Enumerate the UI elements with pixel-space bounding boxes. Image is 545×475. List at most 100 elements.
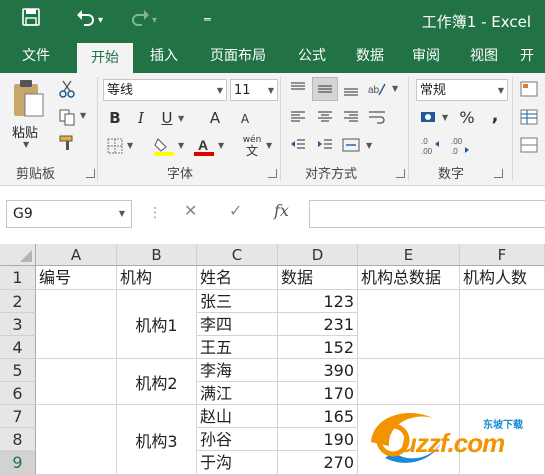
copy-icon[interactable] — [56, 107, 78, 127]
borders-dropdown-icon[interactable]: ▼ — [127, 141, 133, 150]
row-header-3[interactable]: 3 — [0, 313, 36, 336]
align-top-icon[interactable] — [287, 79, 309, 99]
underline-dropdown-icon[interactable]: ▼ — [178, 114, 184, 123]
orientation-dropdown-icon[interactable]: ▼ — [392, 84, 398, 93]
cell-c8[interactable]: 孙谷 — [197, 428, 278, 451]
cell-d3[interactable]: 231 — [278, 313, 358, 336]
enter-icon[interactable]: ✓ — [229, 201, 242, 220]
cell-a7-a9-merged[interactable] — [36, 405, 117, 475]
cell-b5-b6-merged[interactable]: 机构2 — [117, 359, 197, 405]
cell-d4[interactable]: 152 — [278, 336, 358, 359]
cell-b2-b4-merged[interactable]: 机构1 — [117, 290, 197, 359]
grow-font-button[interactable]: A — [204, 108, 226, 128]
cell-f2-f4-merged[interactable] — [460, 290, 545, 359]
cell-d9[interactable]: 270 — [278, 451, 358, 475]
phonetic-dropdown-icon[interactable]: ▼ — [266, 141, 272, 150]
cell-d5[interactable]: 390 — [278, 359, 358, 382]
cell-c2[interactable]: 张三 — [197, 290, 278, 313]
cell-a1[interactable]: 编号 — [36, 266, 117, 290]
font-size-select[interactable]: 11 ▼ — [230, 79, 278, 101]
number-launcher-icon[interactable] — [494, 169, 503, 178]
italic-button[interactable]: I — [132, 108, 150, 128]
row-header-9[interactable]: 9 — [0, 451, 36, 475]
borders-icon[interactable] — [104, 136, 126, 156]
align-left-icon[interactable] — [287, 107, 309, 127]
tab-data[interactable]: 数据 — [346, 40, 394, 73]
paste-button[interactable]: 粘贴 — [12, 122, 38, 141]
underline-button[interactable]: U — [158, 108, 176, 128]
paste-icon[interactable] — [10, 77, 46, 121]
cell-e1[interactable]: 机构总数据 — [358, 266, 460, 290]
decrease-indent-icon[interactable] — [287, 135, 309, 155]
column-header-d[interactable]: D — [278, 244, 358, 266]
cell-f1[interactable]: 机构人数 — [460, 266, 545, 290]
merge-dropdown-icon[interactable]: ▼ — [366, 141, 372, 150]
number-format-select[interactable]: 常规 ▼ — [416, 79, 508, 101]
insert-function-button[interactable]: fx — [274, 201, 289, 220]
tab-home[interactable]: 开始 — [77, 43, 133, 73]
row-header-2[interactable]: 2 — [0, 290, 36, 313]
column-header-e[interactable]: E — [358, 244, 460, 266]
row-header-6[interactable]: 6 — [0, 382, 36, 405]
percent-style-button[interactable]: % — [456, 107, 478, 127]
tab-view[interactable]: 视图 — [460, 40, 508, 73]
accounting-dropdown-icon[interactable]: ▼ — [442, 113, 448, 122]
orientation-icon[interactable]: ab — [366, 79, 388, 99]
cell-c9[interactable]: 于沟 — [197, 451, 278, 475]
column-header-a[interactable]: A — [36, 244, 117, 266]
align-bottom-icon[interactable] — [340, 79, 362, 99]
undo-icon[interactable] — [76, 8, 96, 33]
font-name-select[interactable]: 等线 ▼ — [103, 79, 227, 101]
cell-e5-e6-merged[interactable] — [358, 359, 460, 405]
cell-d8[interactable]: 190 — [278, 428, 358, 451]
align-center-icon[interactable] — [314, 107, 336, 127]
cell-d2[interactable]: 123 — [278, 290, 358, 313]
font-launcher-icon[interactable] — [268, 169, 277, 178]
tab-insert[interactable]: 插入 — [140, 40, 188, 73]
redo-icon[interactable] — [130, 8, 150, 33]
increase-indent-icon[interactable] — [314, 135, 336, 155]
phonetic-guide-icon[interactable]: wén 文 — [240, 135, 264, 159]
cell-c5[interactable]: 李海 — [197, 359, 278, 382]
align-right-icon[interactable] — [340, 107, 362, 127]
conditional-format-icon[interactable] — [518, 79, 540, 99]
cell-e2-e4-merged[interactable] — [358, 290, 460, 359]
format-as-table-icon[interactable] — [518, 107, 540, 127]
paste-dropdown-icon[interactable]: ▼ — [23, 140, 29, 149]
clipboard-launcher-icon[interactable] — [86, 169, 95, 178]
undo-dropdown-icon[interactable]: ▾ — [98, 9, 103, 33]
comma-style-button[interactable]: , — [484, 105, 506, 126]
cell-b1[interactable]: 机构 — [117, 266, 197, 290]
row-header-7[interactable]: 7 — [0, 405, 36, 428]
name-box[interactable]: G9 ▼ — [6, 200, 132, 228]
cell-a5-a6-merged[interactable] — [36, 359, 117, 405]
cell-a2-a4-merged[interactable] — [36, 290, 117, 359]
tab-review[interactable]: 审阅 — [402, 40, 450, 73]
cell-d1[interactable]: 数据 — [278, 266, 358, 290]
redo-dropdown-icon[interactable]: ▾ — [152, 9, 157, 33]
tab-file[interactable]: 文件 — [10, 40, 62, 73]
cell-c6[interactable]: 满江 — [197, 382, 278, 405]
tab-overflow[interactable]: 开 — [520, 40, 544, 73]
merge-center-icon[interactable] — [340, 135, 362, 155]
align-middle-icon[interactable] — [312, 77, 338, 101]
fill-color-dropdown-icon[interactable]: ▼ — [178, 141, 184, 150]
increase-decimal-icon[interactable]: .0.00 — [418, 135, 442, 157]
cancel-icon[interactable]: ✕ — [184, 201, 197, 220]
row-header-1[interactable]: 1 — [0, 266, 36, 290]
format-painter-icon[interactable] — [56, 133, 78, 153]
cell-d7[interactable]: 165 — [278, 405, 358, 428]
customize-qat-icon[interactable]: ═ — [204, 8, 211, 32]
font-color-icon[interactable]: A — [192, 135, 216, 157]
row-header-4[interactable]: 4 — [0, 336, 36, 359]
tab-formulas[interactable]: 公式 — [288, 40, 336, 73]
select-all-button[interactable] — [0, 244, 36, 266]
copy-dropdown-icon[interactable]: ▼ — [80, 111, 86, 120]
bold-button[interactable]: B — [106, 108, 124, 128]
cell-c1[interactable]: 姓名 — [197, 266, 278, 290]
cell-c3[interactable]: 李四 — [197, 313, 278, 336]
column-header-c[interactable]: C — [197, 244, 278, 266]
shrink-font-button[interactable]: A — [234, 110, 256, 128]
cell-d6[interactable]: 170 — [278, 382, 358, 405]
decrease-decimal-icon[interactable]: .00.0 — [448, 135, 472, 157]
